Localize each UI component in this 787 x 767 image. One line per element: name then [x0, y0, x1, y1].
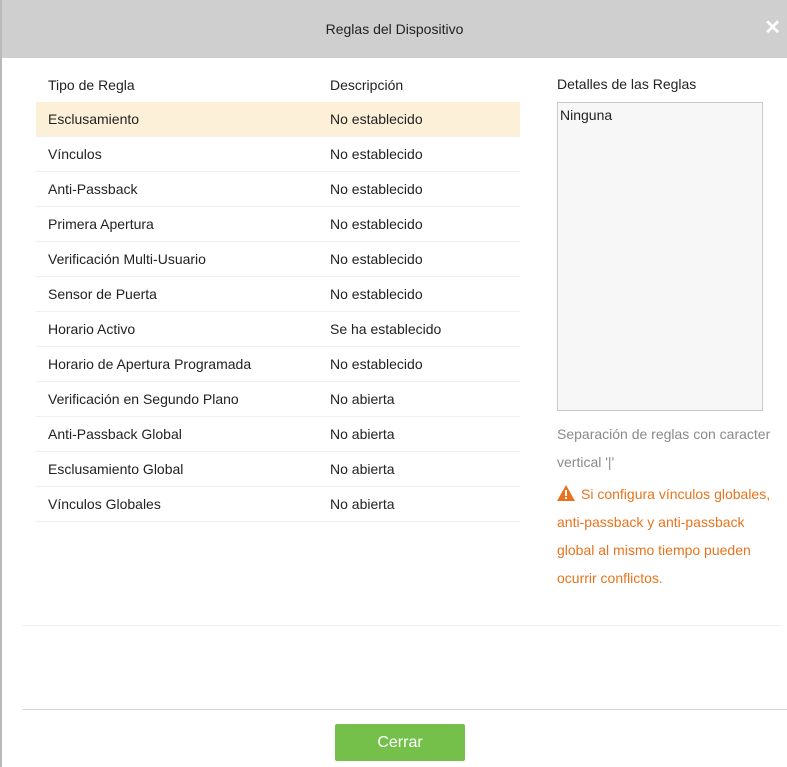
rule-type-cell: Sensor de Puerta: [48, 286, 157, 302]
table-row[interactable]: Esclusamiento Global No abierta: [36, 452, 520, 487]
close-button[interactable]: Cerrar: [335, 724, 465, 761]
rule-type-cell: Primera Apertura: [48, 216, 154, 232]
description-cell: Se ha establecido: [330, 321, 442, 337]
dialog-titlebar: Reglas del Dispositivo ✕: [2, 0, 787, 58]
description-cell: No establecido: [330, 216, 423, 232]
rule-type-cell: Vínculos Globales: [48, 496, 161, 512]
description-cell: No establecido: [330, 146, 423, 162]
table-row[interactable]: Vínculos Globales No abierta: [36, 487, 520, 522]
table-row[interactable]: Horario Activo Se ha establecido: [36, 312, 520, 347]
table-row[interactable]: Anti-Passback No establecido: [36, 172, 520, 207]
description-cell: No establecido: [330, 251, 423, 267]
warning-icon: [557, 485, 575, 501]
description-cell: No establecido: [330, 181, 423, 197]
table-row[interactable]: Anti-Passback Global No abierta: [36, 417, 520, 452]
rule-type-cell: Esclusamiento Global: [48, 461, 184, 477]
description-cell: No establecido: [330, 286, 423, 302]
description-cell: No abierta: [330, 496, 395, 512]
description-cell: No abierta: [330, 391, 395, 407]
footer-divider: [22, 709, 787, 710]
description-cell: No establecido: [330, 356, 423, 372]
rule-type-cell: Esclusamiento: [48, 111, 140, 127]
dialog-title: Reglas del Dispositivo: [325, 21, 464, 37]
rule-type-cell: Verificación en Segundo Plano: [48, 391, 239, 407]
table-row[interactable]: Primera Apertura No establecido: [36, 207, 520, 242]
rule-type-cell: Vínculos: [48, 146, 102, 162]
rule-type-cell: Anti-Passback: [48, 181, 138, 197]
table-row[interactable]: Verificación en Segundo Plano No abierta: [36, 382, 520, 417]
close-icon[interactable]: ✕: [764, 18, 781, 38]
rule-type-cell: Anti-Passback Global: [48, 426, 182, 442]
warning-message: Si configura vínculos globales, anti-pas…: [557, 480, 782, 592]
header-rule-type: Tipo de Regla: [48, 77, 135, 93]
warning-text: Si configura vínculos globales, anti-pas…: [557, 486, 771, 586]
details-label: Detalles de las Reglas: [557, 76, 697, 92]
description-cell: No abierta: [330, 426, 395, 442]
rule-type-cell: Verificación Multi-Usuario: [48, 251, 206, 267]
rules-table: Tipo de Regla Descripción Esclusamiento N…: [36, 68, 520, 522]
rule-type-cell: Horario Activo: [48, 321, 136, 337]
table-row[interactable]: Esclusamiento No establecido: [36, 102, 520, 137]
table-row[interactable]: Verificación Multi-Usuario No establecido: [36, 242, 520, 277]
device-rules-dialog: Reglas del Dispositivo ✕ Tipo de Regla D…: [0, 0, 787, 767]
details-textarea[interactable]: Ninguna: [557, 102, 763, 411]
header-description: Descripción: [330, 77, 404, 93]
separator-note: Separación de reglas con caracter vertic…: [557, 426, 771, 470]
content-divider: [22, 625, 782, 626]
table-row[interactable]: Sensor de Puerta No establecido: [36, 277, 520, 312]
table-header: Tipo de Regla Descripción: [36, 68, 520, 102]
description-cell: No establecido: [330, 111, 423, 127]
table-row[interactable]: Horario de Apertura Programada No estable…: [36, 347, 520, 382]
rule-type-cell: Horario de Apertura Programada: [48, 356, 252, 372]
description-cell: No abierta: [330, 461, 395, 477]
table-row[interactable]: Vínculos No establecido: [36, 137, 520, 172]
